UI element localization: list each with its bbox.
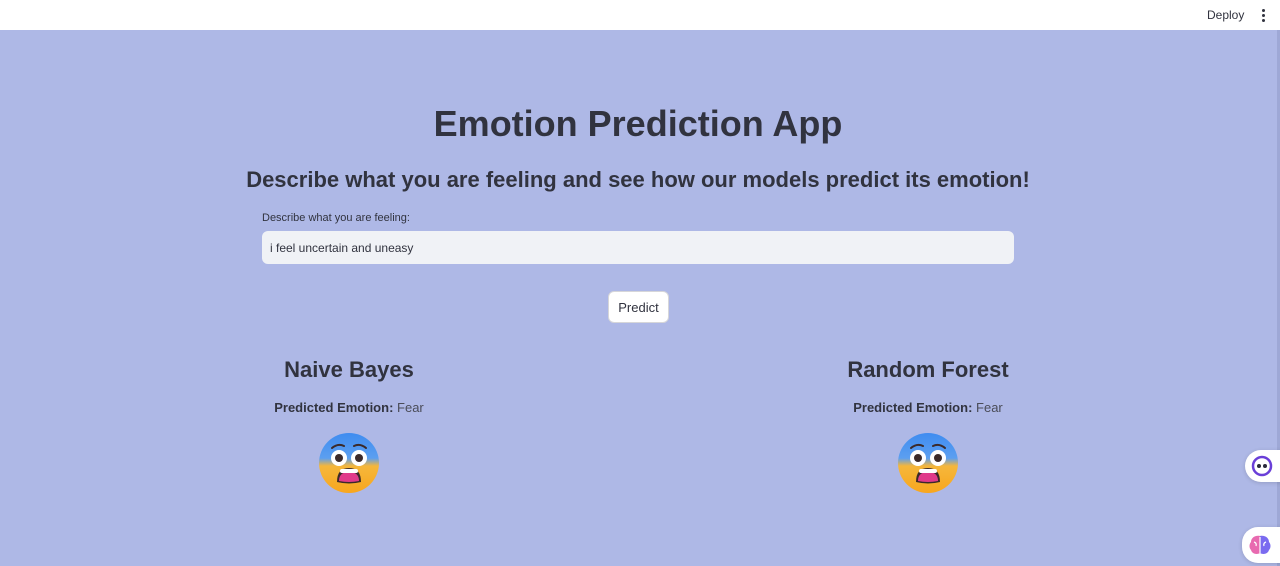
brain-widget[interactable] [1242,527,1280,563]
page-subtitle: Describe what you are feeling and see ho… [246,167,1030,192]
model-title: Naive Bayes [284,357,414,382]
predicted-emotion-label: Predicted Emotion: [274,400,394,415]
feeling-input-label: Describe what you are feeling: [262,212,410,224]
predicted-emotion-value: Fear [397,400,424,415]
brain-icon [1249,535,1271,554]
chatbot-widget[interactable] [1245,450,1280,482]
deploy-button[interactable]: Deploy [1199,4,1252,26]
fearful-face-icon [898,433,958,493]
feeling-input[interactable] [262,231,1014,264]
predicted-emotion: Predicted Emotion: Fear [758,399,1098,417]
model-title: Random Forest [847,357,1009,382]
random-forest-result: Random Forest Predicted Emotion: Fear [758,352,1098,494]
chatbot-icon [1251,455,1273,477]
predicted-emotion-label: Predicted Emotion: [853,400,973,415]
page-title: Emotion Prediction App [433,103,843,144]
naive-bayes-result: Naive Bayes Predicted Emotion: Fear [179,352,519,494]
predict-button[interactable]: Predict [608,291,669,323]
top-toolbar: Deploy [0,0,1280,30]
fearful-face-icon [319,433,379,493]
predicted-emotion-value: Fear [976,400,1003,415]
predicted-emotion: Predicted Emotion: Fear [179,399,519,417]
kebab-menu-icon[interactable] [1256,4,1270,26]
